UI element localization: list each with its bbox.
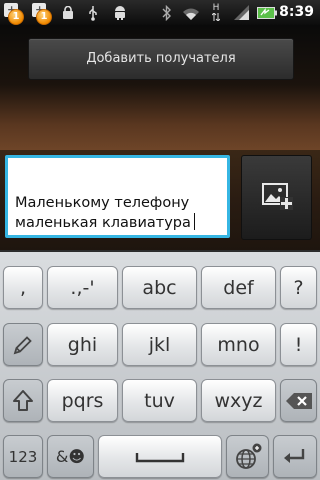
key-edit[interactable] (3, 323, 43, 366)
bluetooth-icon (161, 0, 173, 25)
globe-settings-icon (233, 442, 263, 472)
backspace-icon (285, 392, 313, 410)
key-pqrs[interactable]: pqrs (47, 379, 118, 422)
key-language-settings[interactable] (226, 435, 269, 478)
key-tuv[interactable]: tuv (122, 379, 197, 422)
add-recipient-button[interactable]: Добавить получателя (28, 38, 294, 80)
key-symbols[interactable]: &☻ (47, 435, 94, 478)
image-attach-icon (262, 183, 294, 215)
pencil-icon (11, 333, 35, 357)
compose-bar: Маленькому телефону маленькая клавиатура (0, 150, 320, 250)
space-icon (135, 450, 185, 464)
notification-badge: 1 (36, 9, 52, 25)
key-exclamation[interactable]: ! (280, 323, 317, 366)
key-123[interactable]: 123 (3, 435, 43, 478)
key-mno[interactable]: mno (201, 323, 276, 366)
battery-charging-icon (256, 0, 278, 25)
notification-icon[interactable]: + 1 (30, 3, 52, 25)
network-type-label: H (212, 3, 220, 13)
wifi-icon (180, 0, 202, 25)
message-line-1: Маленькому телефону (15, 195, 190, 211)
key-punctuation[interactable]: .,-' (47, 266, 118, 309)
network-h-icon: H (210, 0, 222, 25)
key-wxyz[interactable]: wxyz (201, 379, 276, 422)
key-comma[interactable]: , (3, 266, 43, 309)
key-question-mark[interactable]: ? (280, 266, 317, 309)
text-caret (193, 213, 195, 230)
message-line-2: маленькая клавиатура (15, 215, 191, 231)
key-enter[interactable] (273, 435, 317, 478)
lock-bag-icon (60, 0, 76, 25)
message-input[interactable]: Маленькому телефону маленькая клавиатура (5, 155, 230, 238)
app-area: Добавить получателя (0, 25, 320, 150)
key-backspace[interactable] (280, 379, 317, 422)
notification-badge: 1 (8, 9, 24, 25)
clock: 8:39 (279, 4, 314, 20)
key-def[interactable]: def (201, 266, 276, 309)
enter-icon (283, 447, 307, 467)
status-bar: + 1 + 1 H 8:39 (0, 0, 320, 25)
android-debug-icon (112, 0, 128, 25)
attach-button[interactable] (241, 155, 312, 240)
usb-icon (86, 0, 100, 25)
shift-icon (12, 389, 34, 413)
key-abc[interactable]: abc (122, 266, 197, 309)
key-ghi[interactable]: ghi (47, 323, 118, 366)
signal-icon (233, 0, 249, 25)
key-jkl[interactable]: jkl (122, 323, 197, 366)
key-shift[interactable] (3, 379, 43, 422)
keyboard: , .,-' abc def ? ghi jkl mno ! pqrs tuv … (0, 250, 320, 480)
notification-icon[interactable]: + 1 (2, 3, 24, 25)
key-space[interactable] (98, 435, 222, 478)
